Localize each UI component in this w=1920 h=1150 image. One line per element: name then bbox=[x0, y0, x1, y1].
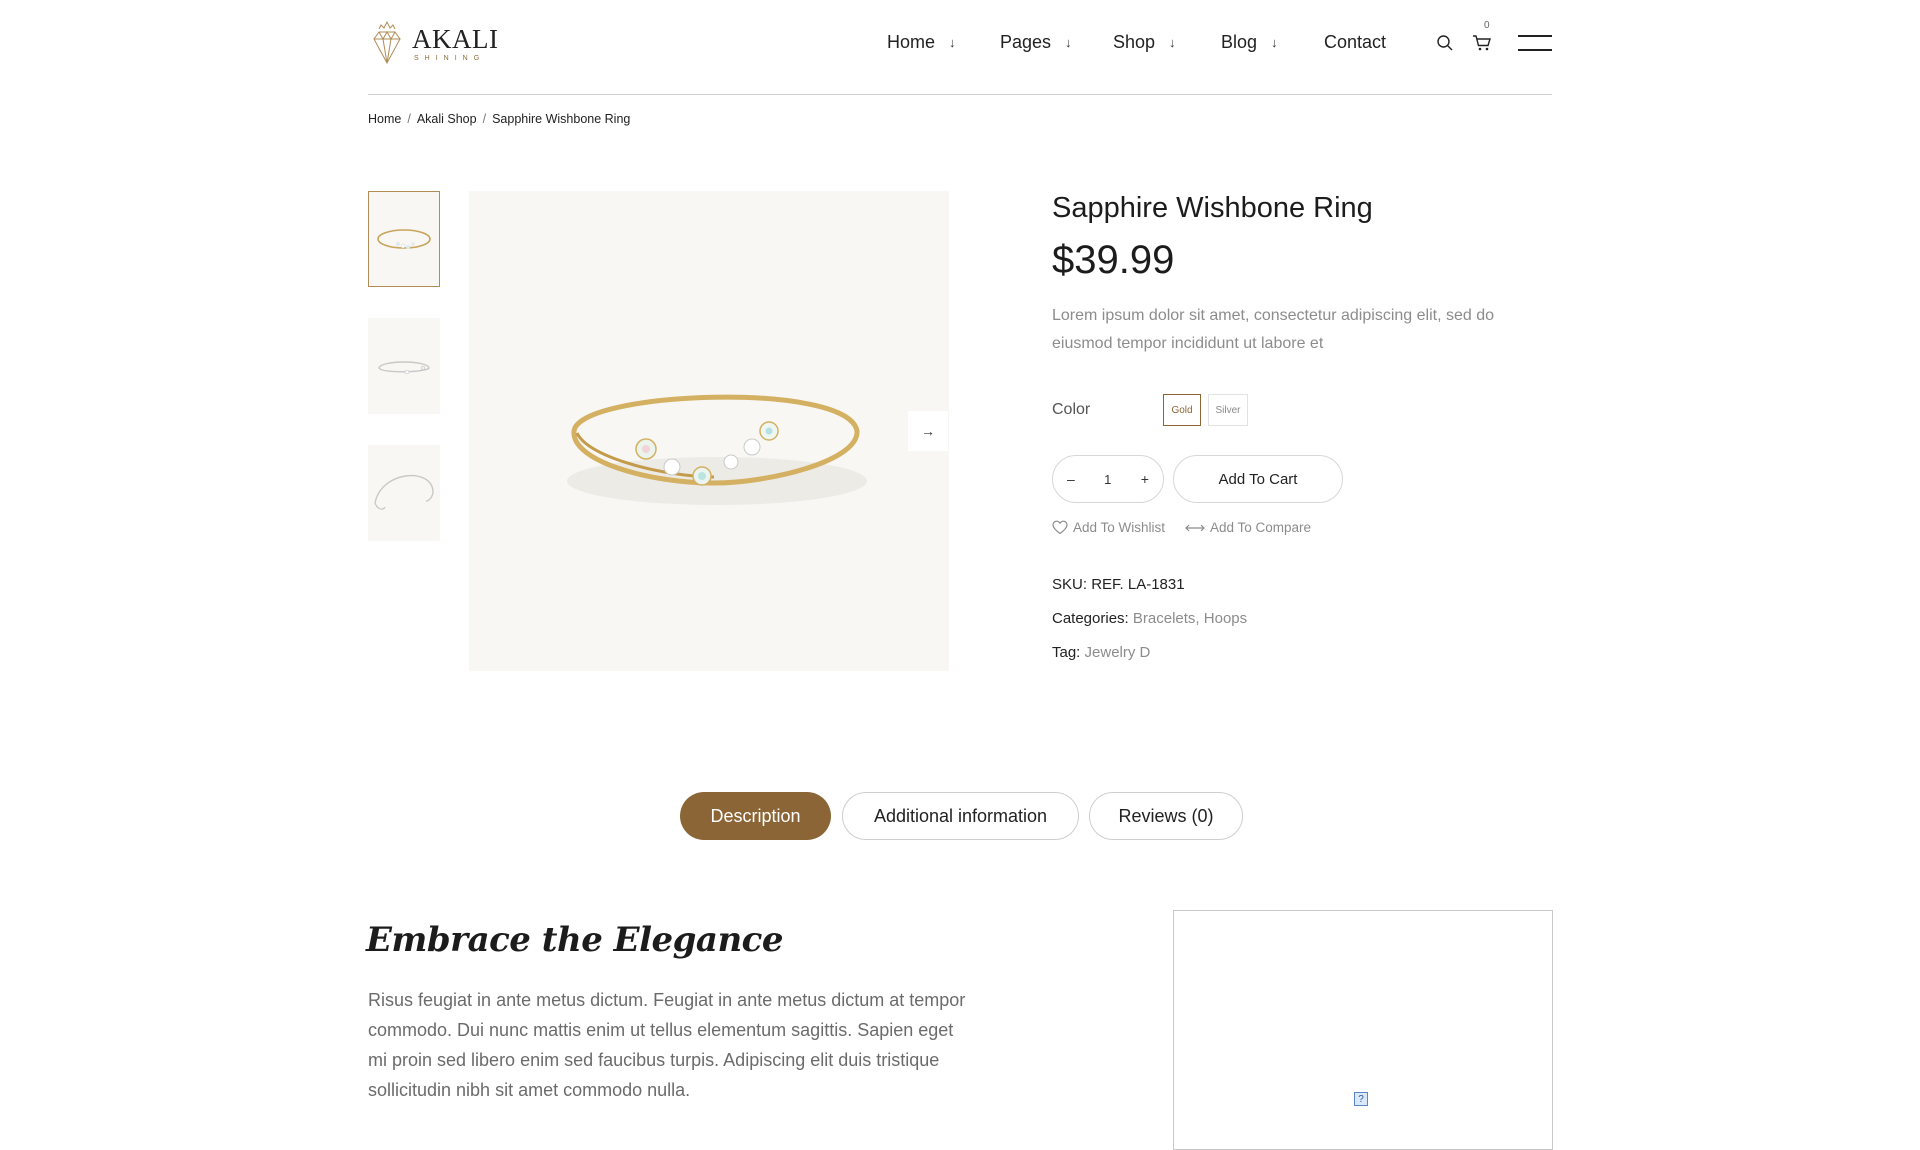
quantity-stepper: – + bbox=[1052, 455, 1164, 503]
categories-label: Categories: bbox=[1052, 610, 1129, 627]
nav-item-contact[interactable]: Contact bbox=[1324, 32, 1386, 53]
nav-item-home[interactable]: Home ↓ bbox=[887, 32, 956, 53]
ring-thumbnail-image bbox=[374, 474, 434, 510]
arrow-down-icon: ↓ bbox=[1271, 35, 1278, 50]
color-label: Color bbox=[1052, 401, 1091, 418]
category-link[interactable]: Bracelets bbox=[1133, 610, 1196, 627]
heart-icon bbox=[1052, 520, 1068, 535]
breadcrumb-separator: / bbox=[407, 112, 411, 126]
broken-image-icon: ? bbox=[1354, 1092, 1368, 1106]
tab-additional-information[interactable]: Additional information bbox=[842, 792, 1079, 840]
add-to-wishlist-link[interactable]: Add To Wishlist bbox=[1052, 520, 1165, 535]
nav-item-blog[interactable]: Blog ↓ bbox=[1221, 32, 1278, 53]
cart-icon[interactable] bbox=[1472, 34, 1492, 52]
breadcrumb-current: Sapphire Wishbone Ring bbox=[492, 112, 631, 126]
embedded-media-frame[interactable] bbox=[1173, 910, 1553, 1150]
add-to-wishlist-label: Add To Wishlist bbox=[1073, 520, 1166, 535]
description-heading: Embrace the Elegance bbox=[366, 920, 784, 960]
breadcrumb-home[interactable]: Home bbox=[368, 112, 401, 126]
main-nav: Home ↓ Pages ↓ Shop ↓ Blog ↓ Contact bbox=[0, 32, 1920, 56]
nav-item-label: Shop bbox=[1113, 32, 1156, 52]
nav-item-label: Contact bbox=[1324, 32, 1387, 52]
gallery-thumbnail[interactable] bbox=[368, 445, 440, 541]
sku-label: SKU: bbox=[1052, 576, 1088, 593]
product-categories: Categories: Bracelets, Hoops bbox=[1052, 610, 1248, 627]
product-tags: Tag: Jewelry D bbox=[1052, 644, 1150, 661]
product-price: $39.99 bbox=[1052, 238, 1175, 282]
header-divider bbox=[368, 94, 1552, 95]
category-link[interactable]: Hoops bbox=[1204, 610, 1247, 627]
tab-description[interactable]: Description bbox=[680, 792, 831, 840]
quantity-decrease-button[interactable]: – bbox=[1067, 471, 1075, 487]
menu-icon[interactable] bbox=[1518, 34, 1552, 52]
compare-icon bbox=[1185, 524, 1205, 531]
nav-item-pages[interactable]: Pages ↓ bbox=[1000, 32, 1072, 53]
color-swatch-silver[interactable]: Silver bbox=[1208, 394, 1248, 426]
nav-item-label: Blog bbox=[1221, 32, 1258, 52]
tab-reviews[interactable]: Reviews (0) bbox=[1089, 792, 1243, 840]
ring-thumbnail-image bbox=[378, 361, 430, 375]
description-body: Risus feugiat in ante metus dictum. Feug… bbox=[368, 990, 966, 1100]
brand-tagline: SHINING bbox=[414, 55, 486, 62]
product-short-description: Lorem ipsum dolor sit amet, consectetur … bbox=[1052, 307, 1494, 352]
cart-count-badge: 0 bbox=[1484, 20, 1490, 31]
breadcrumb: Home / Akali Shop / Sapphire Wishbone Ri… bbox=[368, 112, 630, 126]
nav-item-shop[interactable]: Shop ↓ bbox=[1113, 32, 1176, 53]
search-icon[interactable] bbox=[1436, 34, 1454, 52]
arrow-down-icon: ↓ bbox=[949, 35, 956, 50]
tag-label: Tag: bbox=[1052, 644, 1081, 661]
arrow-down-icon: ↓ bbox=[1169, 35, 1176, 50]
quantity-increase-button[interactable]: + bbox=[1141, 471, 1149, 487]
ring-image bbox=[567, 394, 867, 505]
tag-link[interactable]: Jewelry D bbox=[1085, 644, 1151, 661]
gallery-thumbnail[interactable] bbox=[368, 191, 440, 287]
nav-item-label: Pages bbox=[1000, 32, 1052, 52]
gallery-next-button[interactable]: → bbox=[908, 411, 948, 451]
breadcrumb-shop[interactable]: Akali Shop bbox=[417, 112, 477, 126]
product-sku: SKU: REF. LA-1831 bbox=[1052, 576, 1185, 593]
breadcrumb-separator: / bbox=[482, 112, 487, 126]
sku-value: REF. LA-1831 bbox=[1091, 576, 1185, 593]
nav-item-label: Home bbox=[887, 32, 936, 52]
arrow-down-icon: ↓ bbox=[1065, 35, 1072, 50]
add-to-compare-label: Add To Compare bbox=[1210, 520, 1312, 535]
add-to-compare-link[interactable]: Add To Compare bbox=[1185, 520, 1311, 535]
ring-thumbnail-image bbox=[377, 229, 431, 249]
color-swatch-gold[interactable]: Gold bbox=[1163, 394, 1201, 426]
arrow-right-icon: → bbox=[921, 423, 935, 439]
gallery-thumbnail[interactable] bbox=[368, 318, 440, 414]
quantity-input[interactable] bbox=[1090, 470, 1125, 488]
add-to-cart-button[interactable]: Add To Cart bbox=[1173, 455, 1343, 503]
product-main-image bbox=[469, 191, 949, 671]
product-title: Sapphire Wishbone Ring bbox=[1052, 192, 1373, 224]
